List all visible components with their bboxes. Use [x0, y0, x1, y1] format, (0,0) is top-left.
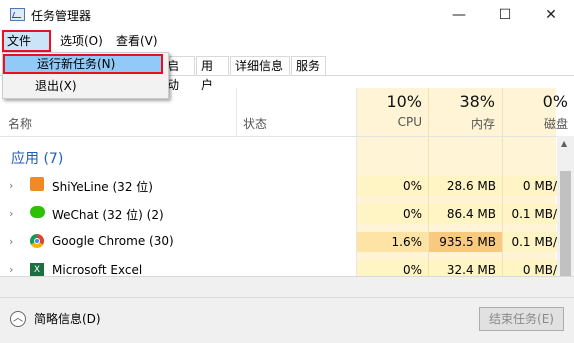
tab-services[interactable]: 服务	[291, 56, 326, 75]
collapse-up-icon[interactable]: ︿	[10, 311, 26, 327]
cpu-cell: 0%	[357, 204, 428, 224]
tab-users[interactable]: 用户	[196, 56, 229, 92]
cpu-total-percent: 10%	[386, 92, 422, 111]
chrome-icon	[30, 234, 44, 248]
maximize-button[interactable]: ☐	[482, 0, 528, 30]
process-name[interactable]: WeChat (32 位) (2)	[52, 206, 164, 223]
disk-cell: 0 MB/	[503, 176, 557, 196]
wechat-icon	[30, 206, 45, 218]
minimize-button[interactable]: —	[436, 0, 482, 30]
process-name[interactable]: Microsoft Excel	[52, 263, 142, 276]
expand-chevron-icon[interactable]: ›	[9, 264, 17, 275]
memory-cell: 28.6 MB	[429, 176, 502, 196]
scrollbar-thumb[interactable]	[560, 171, 571, 276]
column-header-cpu[interactable]: CPU	[360, 115, 422, 129]
end-task-button[interactable]: 结束任务(E)	[479, 307, 564, 331]
menu-file[interactable]: 文件(F)	[2, 30, 51, 66]
disk-total-percent: 0%	[542, 92, 568, 111]
menu-options[interactable]: 选项(O)	[56, 30, 107, 52]
close-button[interactable]: ✕	[528, 0, 574, 30]
header-divider	[0, 136, 557, 137]
excel-icon: X	[30, 263, 44, 276]
memory-total-percent: 38%	[459, 92, 495, 111]
cpu-cell: 0%	[357, 260, 428, 276]
memory-cell: 32.4 MB	[429, 260, 502, 276]
scroll-up-icon[interactable]: ▲	[561, 139, 567, 148]
cpu-cell: 0%	[357, 176, 428, 196]
memory-cell: 86.4 MB	[429, 204, 502, 224]
tab-details[interactable]: 详细信息	[230, 56, 290, 75]
process-name[interactable]: ShiYeLine (32 位)	[52, 178, 153, 195]
column-separator	[236, 88, 237, 136]
disk-cell: 0.1 MB/	[503, 232, 557, 252]
run-new-task-menu-item[interactable]: 运行新任务(N)	[3, 54, 163, 74]
column-header-memory[interactable]: 内存	[430, 115, 495, 132]
expand-chevron-icon[interactable]: ›	[9, 208, 17, 219]
disk-cell: 0 MB/	[503, 260, 557, 276]
column-header-status[interactable]: 状态	[243, 115, 267, 132]
cpu-cell: 1.6%	[357, 232, 428, 252]
window-title: 任务管理器	[31, 9, 92, 23]
menu-view[interactable]: 查看(V)	[112, 30, 162, 52]
disk-cell: 0.1 MB/	[503, 204, 557, 224]
task-manager-icon	[10, 8, 25, 21]
memory-cell: 935.5 MB	[429, 232, 502, 252]
column-header-name[interactable]: 名称	[8, 115, 32, 132]
table-row[interactable]: › X Microsoft Excel 0% 32.4 MB 0 MB/	[0, 256, 557, 276]
group-apps-label[interactable]: 应用 (7)	[11, 148, 63, 168]
shiyeline-icon	[30, 177, 44, 191]
scroll-divider	[0, 276, 574, 277]
column-header-disk[interactable]: 磁盘	[504, 115, 568, 132]
expand-chevron-icon[interactable]: ›	[9, 180, 17, 191]
horizontal-scrollbar[interactable]	[0, 277, 574, 297]
fewer-details-link[interactable]: 简略信息(D)	[34, 310, 101, 327]
expand-chevron-icon[interactable]: ›	[9, 236, 17, 247]
exit-menu-item[interactable]: 退出(X)	[3, 76, 163, 96]
process-name[interactable]: Google Chrome (30)	[52, 234, 174, 248]
